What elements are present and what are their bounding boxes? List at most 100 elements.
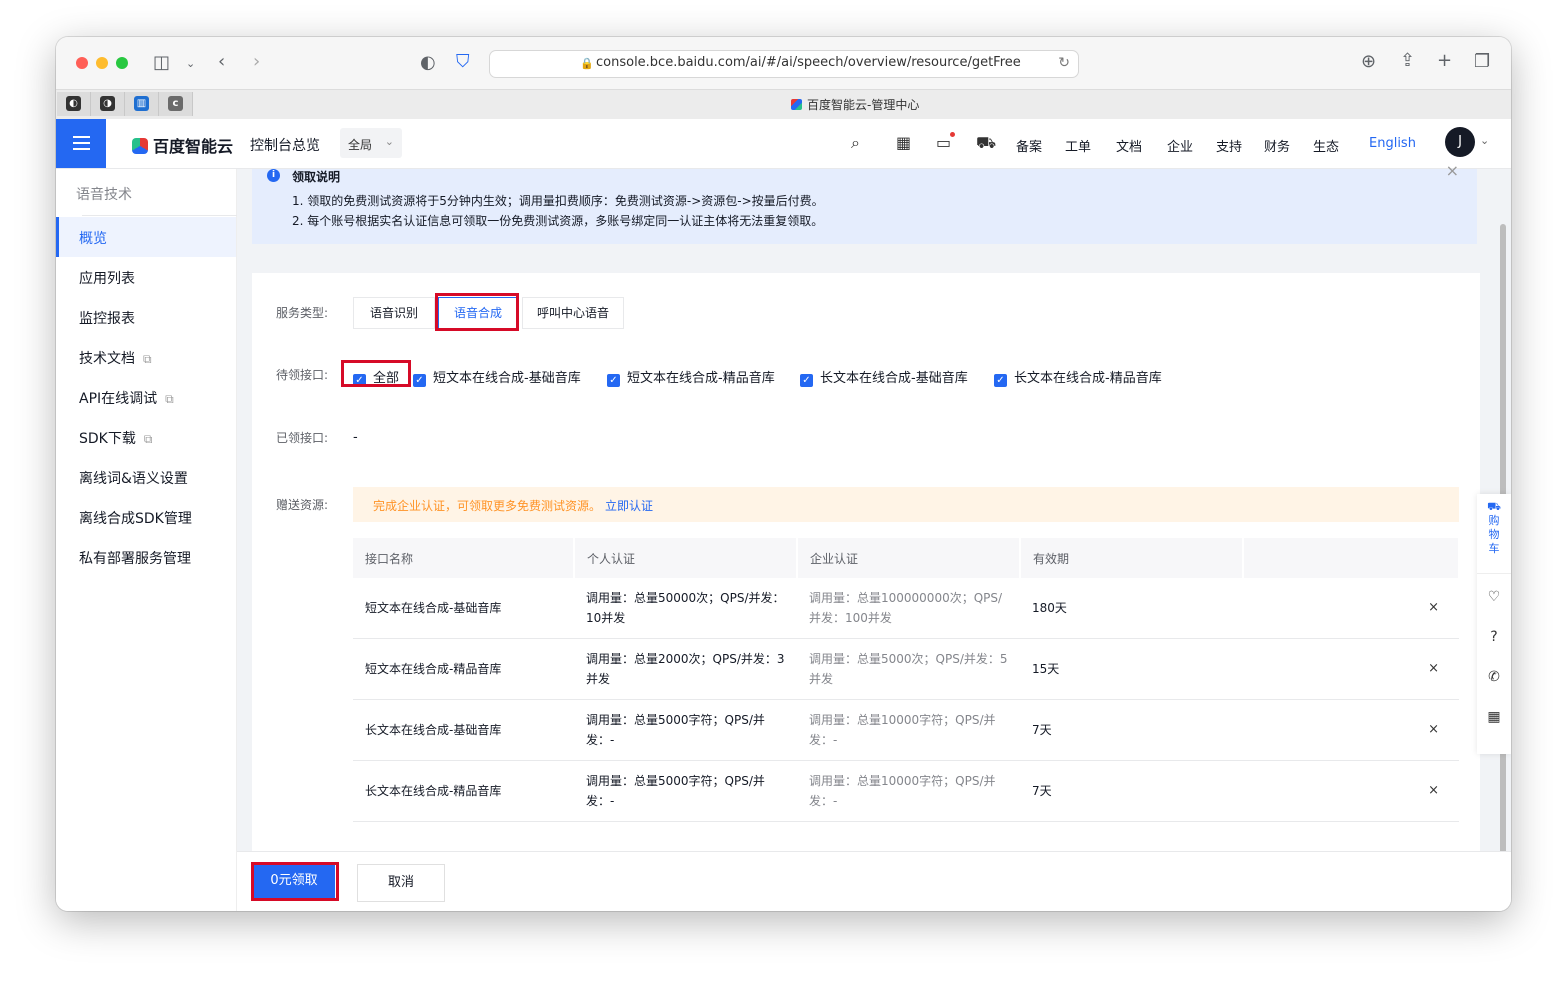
tab-call-center-speech[interactable]: 呼叫中心语音: [522, 297, 624, 329]
nav-ecosystem[interactable]: 生态: [1313, 136, 1339, 155]
browser-toolbar: ◫ ⌄ ‹ › ◐ ⛉ 🔒 console.bce.baidu.com/ai/#…: [56, 37, 1511, 89]
external-link-icon: ⧉: [143, 352, 152, 366]
close-window-button[interactable]: [76, 57, 88, 69]
nav-ticket[interactable]: 工单: [1065, 136, 1091, 155]
reload-icon[interactable]: ↻: [1058, 55, 1070, 71]
sidebar-item-label: 概览: [79, 231, 107, 247]
remove-icon[interactable]: ×: [1243, 578, 1459, 639]
minimize-window-button[interactable]: [96, 57, 108, 69]
active-tab[interactable]: 百度智能云-管理中心: [791, 96, 919, 113]
forward-icon[interactable]: ›: [253, 52, 260, 72]
apps-grid-icon[interactable]: ▦: [1477, 709, 1511, 725]
nav-support[interactable]: 支持: [1216, 136, 1242, 155]
notice-title: 领取说明: [292, 170, 341, 184]
sidebar-item-tech-docs[interactable]: 技术文档 ⧉: [56, 337, 236, 377]
zoom-window-button[interactable]: [116, 57, 128, 69]
gift-resources-label: 赠送资源:: [276, 498, 329, 512]
personal-quota: 调用量：总量50000次；QPS/并发：10并发: [574, 578, 797, 639]
column-header: 企业认证: [797, 538, 1021, 578]
remove-icon[interactable]: ×: [1243, 638, 1459, 700]
favorite-icon[interactable]: ♡: [1477, 589, 1511, 605]
logo[interactable]: 百度智能云: [132, 133, 233, 157]
cart-icon[interactable]: ⛟: [976, 133, 996, 154]
language-switch[interactable]: English: [1369, 136, 1416, 151]
shopping-cart-button[interactable]: ⛟ 购物车: [1477, 494, 1511, 574]
privacy-shield-icon[interactable]: ◐: [420, 53, 436, 73]
products-grid-icon[interactable]: ▦: [896, 133, 911, 152]
certify-now-link[interactable]: 立即认证: [605, 499, 653, 513]
sidebar-item-offline-sdk[interactable]: 离线合成SDK管理: [56, 497, 236, 537]
column-header: 接口名称: [353, 538, 575, 578]
sidebar-item-app-list[interactable]: 应用列表: [56, 257, 236, 297]
sidebar-item-overview[interactable]: 概览: [56, 217, 236, 257]
validity: 7天: [1020, 760, 1243, 822]
close-icon[interactable]: ×: [1446, 161, 1459, 180]
enterprise-quota: 调用量：总量5000次；QPS/并发：5并发: [797, 638, 1020, 700]
sidebar-item-monitoring[interactable]: 监控报表: [56, 297, 236, 337]
sidebar-item-sdk-download[interactable]: SDK下载 ⧉: [56, 417, 236, 457]
pinned-tab-1[interactable]: ◐: [57, 92, 91, 116]
interface-name: 短文本在线合成-精品音库: [353, 638, 574, 700]
remove-icon[interactable]: ×: [1243, 699, 1459, 761]
personal-quota: 调用量：总量5000字符；QPS/并发：-: [574, 760, 797, 822]
share-icon[interactable]: ⇪: [1400, 51, 1415, 71]
cart-label: 购物车: [1488, 514, 1500, 555]
tab-bar: ◐ ◑ ▥ c 百度智能云-管理中心: [56, 89, 1511, 120]
sidebar-item-label: 离线合成SDK管理: [79, 511, 192, 527]
nav-filing[interactable]: 备案: [1016, 136, 1042, 155]
checkbox-long-premium[interactable]: ✓ 长文本在线合成-精品音库: [994, 367, 1162, 387]
checkbox-long-basic[interactable]: ✓ 长文本在线合成-基础音库: [800, 367, 968, 387]
help-icon[interactable]: ?: [1477, 629, 1511, 645]
checkbox-label: 短文本在线合成-精品音库: [627, 371, 775, 386]
chevron-down-icon[interactable]: ⌄: [1480, 134, 1489, 147]
personal-quota: 调用量：总量5000字符；QPS/并发：-: [574, 699, 797, 761]
pinned-tab-4[interactable]: c: [159, 92, 193, 116]
nav-finance[interactable]: 财务: [1264, 136, 1290, 155]
sidebar-item-offline-words[interactable]: 离线词&语义设置: [56, 457, 236, 497]
new-tab-icon[interactable]: +: [1437, 51, 1452, 71]
nav-docs[interactable]: 文档: [1116, 136, 1142, 155]
region-select[interactable]: 全局 ⌄: [340, 128, 402, 158]
sidebar-item-label: 技术文档: [79, 351, 135, 367]
checkbox-checked-icon: ✓: [994, 374, 1007, 387]
remove-icon[interactable]: ×: [1243, 760, 1459, 822]
pinned-tab-2[interactable]: ◑: [91, 92, 125, 116]
pinned-tab-3[interactable]: ▥: [125, 92, 159, 116]
console-overview-link[interactable]: 控制台总览: [250, 135, 320, 155]
chevron-down-icon[interactable]: ⌄: [186, 54, 195, 74]
enterprise-cert-tip: 完成企业认证，可领取更多免费测试资源。 立即认证: [353, 487, 1459, 522]
phone-icon[interactable]: ✆: [1477, 669, 1511, 685]
messages-icon[interactable]: ▭: [936, 132, 955, 152]
sidebar-toggle-icon[interactable]: ◫: [153, 53, 170, 73]
vpn-shield-icon[interactable]: ⛉: [456, 52, 470, 72]
search-icon[interactable]: ⌕: [851, 133, 860, 153]
avatar[interactable]: J: [1445, 127, 1475, 157]
sidebar-item-label: 监控报表: [79, 311, 135, 327]
external-link-icon: ⧉: [143, 432, 153, 446]
menu-button[interactable]: [56, 119, 106, 168]
back-icon[interactable]: ‹: [218, 52, 225, 72]
sidebar-item-api-debug[interactable]: API在线调试 ⧉: [56, 377, 236, 417]
tab-overview-icon[interactable]: ❐: [1474, 52, 1490, 72]
cart-icon: ⛟: [1487, 500, 1501, 513]
enterprise-quota: 调用量：总量100000000次；QPS/并发：100并发: [797, 578, 1020, 639]
checkbox-label: 长文本在线合成-基础音库: [820, 371, 968, 386]
sidebar-item-label: API在线调试: [79, 391, 158, 407]
page-header: 百度智能云 控制台总览 全局 ⌄ ⌕ ▦ ▭ ⛟ 备案 工单 文档 企业 支持 财…: [56, 119, 1511, 169]
download-icon[interactable]: ⊕: [1361, 52, 1376, 72]
personal-quota: 调用量：总量2000次；QPS/并发：3并发: [574, 638, 797, 700]
checkbox-short-premium[interactable]: ✓ 短文本在线合成-精品音库: [607, 367, 775, 387]
table-header-row: 接口名称 个人认证 企业认证 有效期: [353, 538, 1460, 578]
address-bar[interactable]: 🔒 console.bce.baidu.com/ai/#/ai/speech/o…: [489, 50, 1079, 78]
tab-speech-recognition[interactable]: 语音识别: [353, 297, 435, 329]
checkbox-short-basic[interactable]: ✓ 短文本在线合成-基础音库: [413, 367, 581, 387]
cancel-button[interactable]: 取消: [357, 864, 445, 902]
sidebar: 语音技术 概览 应用列表 监控报表 技术文档 ⧉ API在线调试 ⧉ SDK下载 ⧉ …: [56, 169, 244, 911]
sidebar-item-private-deploy[interactable]: 私有部署服务管理: [56, 537, 236, 577]
enterprise-quota: 调用量：总量10000字符；QPS/并发：-: [797, 699, 1020, 761]
resource-table: 接口名称 个人认证 企业认证 有效期 短文本在线合成-基础音库 调用量：总量50…: [353, 538, 1460, 822]
floating-toolbar: ⛟ 购物车 ♡ ? ✆ ▦: [1477, 494, 1511, 754]
logo-icon: [132, 138, 148, 154]
nav-enterprise[interactable]: 企业: [1167, 136, 1193, 155]
interface-name: 长文本在线合成-基础音库: [353, 699, 574, 761]
